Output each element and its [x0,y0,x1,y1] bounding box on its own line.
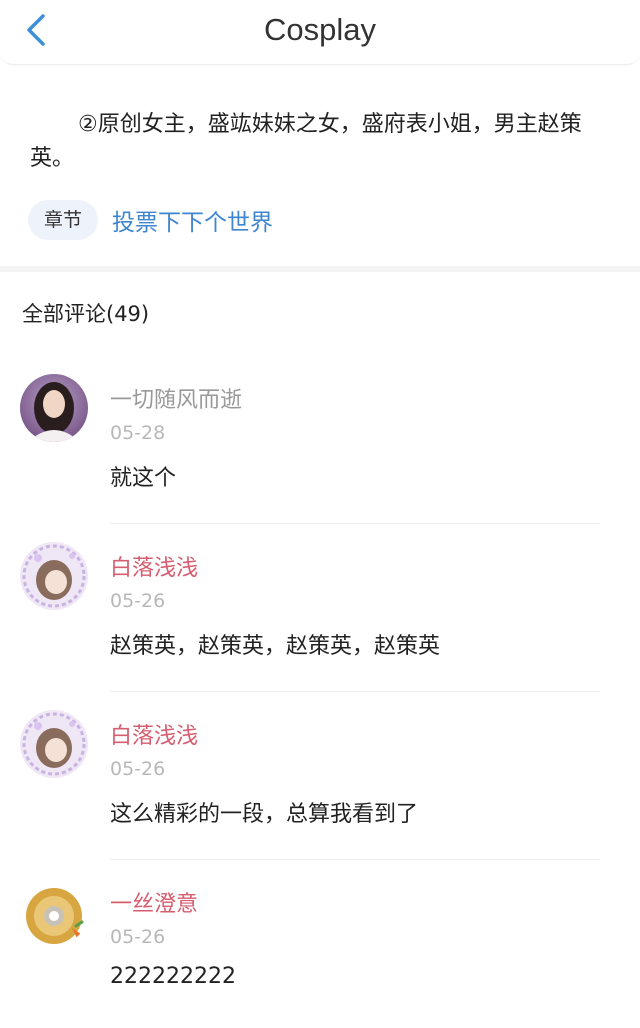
comment-date: 05-26 [110,758,166,780]
comment-item: 一丝澄意 05-26 222222222 [0,860,640,1028]
comment-text: 赵策英，赵策英，赵策英，赵策英 [110,634,441,659]
comment-username[interactable]: 一切随风而逝 [110,382,242,414]
comment-text: 这么精彩的一段，总算我看到了 [110,802,419,827]
comment-username[interactable]: 白落浅浅 [110,718,198,750]
comment-username[interactable]: 一丝澄意 [110,886,198,918]
chapter-description: ②原创女主，盛竑妹妹之女，盛府表小姐，男主赵策英。 [30,112,582,171]
comment-item: 白落浅浅 05-26 这么精彩的一段，总算我看到了 [0,692,640,860]
anime-girl-avatar[interactable] [20,710,88,778]
chapter-link[interactable]: 投票下下个世界 [112,203,273,237]
comment-username[interactable]: 白落浅浅 [110,550,198,582]
comment-date: 05-26 [110,590,166,612]
comment-item: 白落浅浅 05-26 赵策英，赵策英，赵策英，赵策英 [0,524,640,692]
section-divider [0,266,640,272]
anime-girl-avatar[interactable] [20,542,88,610]
bunny-avatar[interactable] [20,878,88,946]
top-bar: Cosplay [0,0,640,65]
comment-text: 就这个 [110,466,177,491]
comment-date: 05-28 [110,422,166,444]
chapter-row: 章节 投票下下个世界 [28,200,273,240]
comment-item: 一切随风而逝 05-28 就这个 [0,356,640,524]
user-photo-avatar[interactable] [20,374,88,442]
chapter-tag: 章节 [28,200,99,240]
comments-count-heading: 全部评论(49) [22,302,150,326]
comment-date: 05-26 [110,926,166,948]
comment-text: 222222222 [110,964,236,989]
page-title: Cosplay [264,12,376,47]
